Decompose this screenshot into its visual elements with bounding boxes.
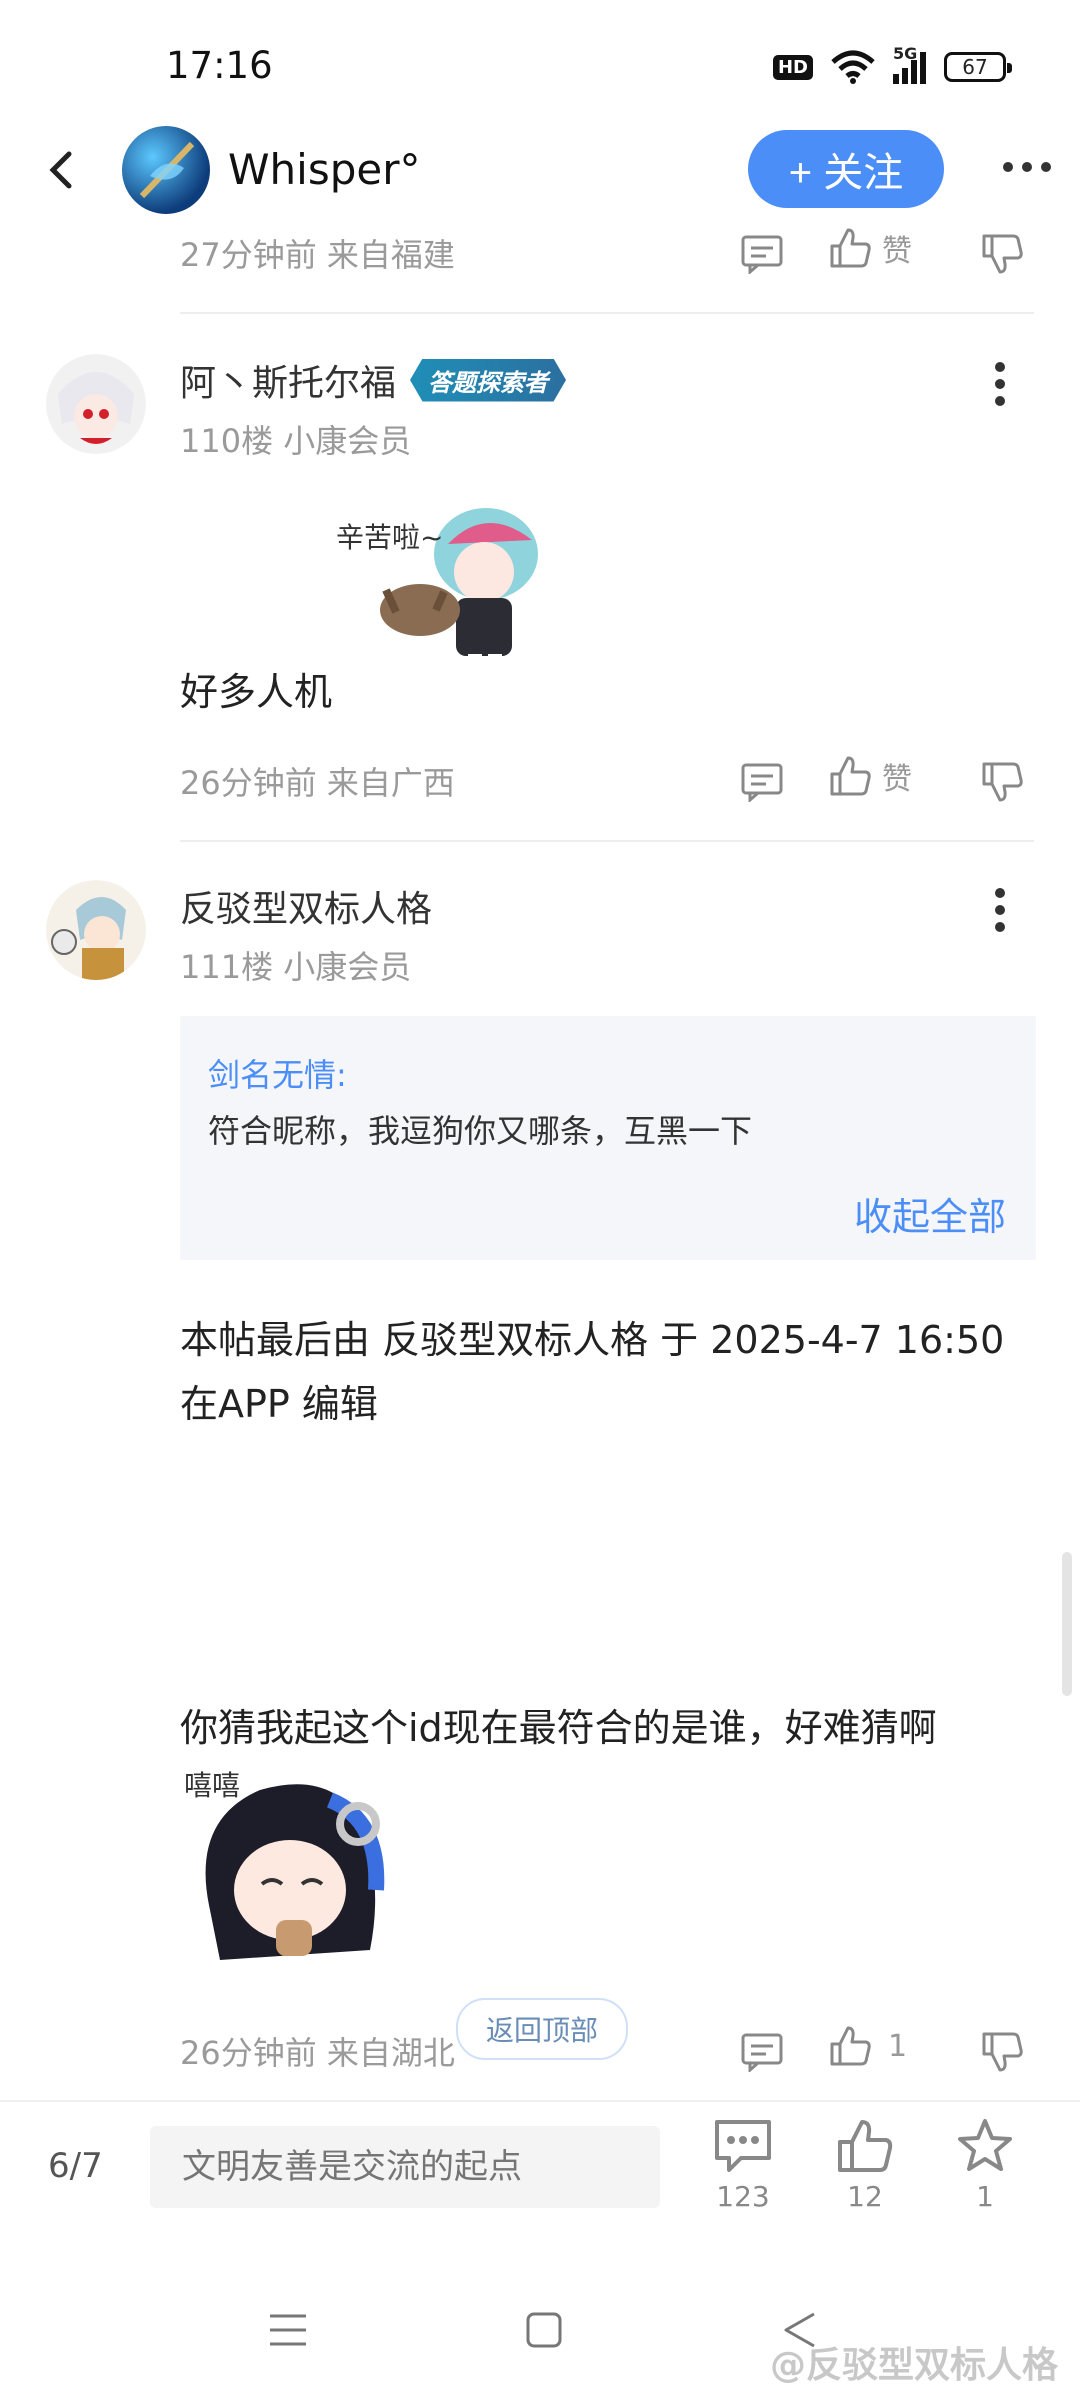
chevron-left-icon xyxy=(49,151,72,189)
quoted-reply: 剑名无情: 符合昵称，我逗狗你又哪条，互黑一下 收起全部 xyxy=(180,1016,1036,1260)
edit-note-line2: 在APP 编辑 xyxy=(180,1382,378,1426)
follow-button[interactable]: + 关注 xyxy=(748,130,944,208)
more-vertical-icon xyxy=(995,362,1005,406)
nav-home-button[interactable] xyxy=(524,2310,564,2354)
avatar-image xyxy=(139,141,195,199)
comment-icon xyxy=(741,2033,783,2072)
favorite-button[interactable]: 1 xyxy=(930,2118,1040,2213)
back-to-top-button[interactable]: 返回顶部 xyxy=(456,1998,628,2060)
star-icon xyxy=(958,2119,1012,2171)
thumbs-up-icon xyxy=(830,756,871,796)
scrollbar[interactable] xyxy=(1062,1552,1072,1696)
more-vertical-icon xyxy=(995,888,1005,932)
post-author-row: 阿丶斯托尔福 答题探索者 xyxy=(180,354,567,406)
quote-author[interactable]: 剑名无情: xyxy=(208,1050,347,1096)
status-time: 17:16 xyxy=(166,44,273,87)
user-avatar[interactable] xyxy=(46,880,146,980)
reply-button[interactable] xyxy=(734,226,790,282)
thumbs-down-icon xyxy=(982,762,1023,802)
post-more-button[interactable] xyxy=(980,354,1020,414)
nav-recents-button[interactable] xyxy=(266,2310,310,2354)
divider xyxy=(180,312,1034,314)
sticker-caption: 嘻嘻 xyxy=(184,1769,241,1802)
sticker-image: 辛苦啦~ xyxy=(336,494,568,706)
username[interactable]: 反驳型双标人格 xyxy=(180,880,432,932)
avatar-image xyxy=(46,354,146,454)
post-meta: 26分钟前 来自湖北 xyxy=(180,2034,455,2072)
more-options-button[interactable] xyxy=(992,142,1062,192)
like-label: 赞 xyxy=(882,234,912,269)
avatar-image xyxy=(46,880,146,980)
comment-icon xyxy=(741,763,783,802)
quote-text: 符合昵称，我逗狗你又哪条，互黑一下 xyxy=(208,1112,753,1150)
floor-info: 110楼 小康会员 xyxy=(180,422,412,460)
edit-note-line1: 本帖最后由 反驳型双标人格 于 2025-4-7 16:50 xyxy=(180,1318,1005,1362)
watermark: @反驳型双标人格 xyxy=(769,2345,1058,2386)
comment-input[interactable] xyxy=(150,2126,660,2208)
status-icons: HD 5G 67 xyxy=(772,44,1012,84)
post-body: 好多人机 xyxy=(180,670,333,714)
page-indicator[interactable]: 6/7 xyxy=(48,2146,103,2186)
square-icon xyxy=(526,2312,562,2348)
comments-button[interactable]: 123 xyxy=(688,2118,798,2213)
battery-icon: 67 xyxy=(944,52,1012,82)
battery-level: 67 xyxy=(962,55,988,79)
sticker-image: 嘻嘻 xyxy=(180,1760,396,1976)
post-more-button[interactable] xyxy=(980,880,1020,940)
signal-icon: 5G xyxy=(893,44,926,84)
post-meta: 27分钟前 来自福建 xyxy=(180,236,455,274)
dislike-button[interactable] xyxy=(974,754,1030,810)
reply-button[interactable] xyxy=(734,754,790,810)
username[interactable]: 阿丶斯托尔福 xyxy=(180,354,396,406)
like-button[interactable]: 赞 xyxy=(828,754,912,798)
user-avatar[interactable] xyxy=(46,354,146,454)
thumbs-up-icon xyxy=(838,2120,893,2172)
comment-icon xyxy=(741,235,783,274)
hd-icon: HD xyxy=(772,54,813,80)
post-meta: 26分钟前 来自广西 xyxy=(180,764,455,802)
divider xyxy=(180,840,1034,842)
author-avatar[interactable] xyxy=(122,126,210,214)
sticker-caption: 辛苦啦~ xyxy=(336,521,444,554)
thumbs-up-icon xyxy=(830,228,871,268)
favorite-count: 1 xyxy=(976,2180,994,2213)
comment-dots-icon xyxy=(715,2120,771,2172)
like-button[interactable]: 赞 xyxy=(828,226,912,270)
reply-button[interactable] xyxy=(734,2024,790,2080)
back-button[interactable] xyxy=(30,140,90,200)
post-body: 你猜我起这个id现在最符合的是谁，好难猜啊 xyxy=(180,1706,937,1750)
like-count: 12 xyxy=(847,2180,883,2213)
network-type-label: 5G xyxy=(893,44,918,63)
thumbs-up-icon xyxy=(830,2026,871,2066)
collapse-all-button[interactable]: 收起全部 xyxy=(854,1186,1006,1241)
author-name[interactable]: Whisper° xyxy=(228,145,420,194)
floor-info: 111楼 小康会员 xyxy=(180,948,412,986)
more-horizontal-icon xyxy=(1003,162,1051,172)
like-button[interactable]: 1 xyxy=(828,2024,907,2068)
thumbs-down-icon xyxy=(982,2032,1023,2072)
comment-count: 123 xyxy=(716,2180,770,2213)
like-count: 1 xyxy=(888,2028,908,2064)
like-label: 赞 xyxy=(882,762,912,797)
dislike-button[interactable] xyxy=(974,2024,1030,2080)
menu-icon xyxy=(270,2314,306,2346)
like-post-button[interactable]: 12 xyxy=(810,2118,920,2213)
achievement-badge: 答题探索者 xyxy=(410,358,567,402)
wifi-icon xyxy=(831,50,875,84)
thumbs-down-icon xyxy=(982,234,1023,274)
dislike-button[interactable] xyxy=(974,226,1030,282)
